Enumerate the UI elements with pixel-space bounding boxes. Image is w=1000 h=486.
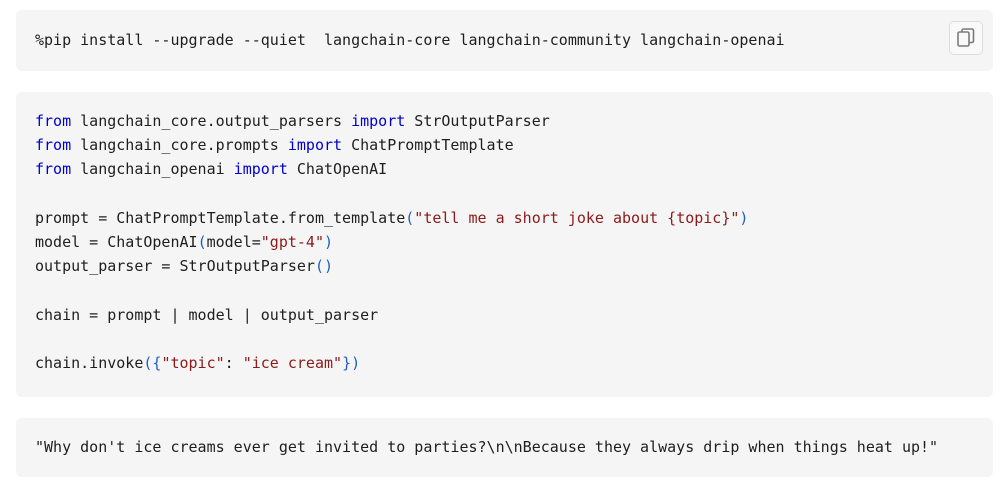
- install-code-block: %pip install --upgrade --quiet langchain…: [16, 10, 993, 71]
- output-text: "Why don't ice creams ever get invited t…: [35, 438, 939, 456]
- install-command: %pip install --upgrade --quiet langchain…: [35, 31, 785, 49]
- python-code-block: from langchain_core.output_parsers impor…: [16, 92, 993, 397]
- copy-icon: [957, 28, 975, 47]
- code-line: chain.invoke({"topic": "ice cream"}): [35, 354, 361, 372]
- code-line: prompt = ChatPromptTemplate.from_templat…: [35, 209, 749, 227]
- code-line: output_parser = StrOutputParser(): [35, 257, 334, 275]
- code-line: from langchain_core.output_parsers impor…: [35, 112, 550, 130]
- code-line: model = ChatOpenAI(model="gpt-4"): [35, 233, 334, 251]
- code-line: from langchain_openai import ChatOpenAI: [35, 160, 388, 178]
- code-line: chain = prompt | model | output_parser: [35, 306, 379, 324]
- copy-button[interactable]: [949, 21, 983, 55]
- output-block: "Why don't ice creams ever get invited t…: [16, 418, 993, 477]
- code-line: from langchain_core.prompts import ChatP…: [35, 136, 514, 154]
